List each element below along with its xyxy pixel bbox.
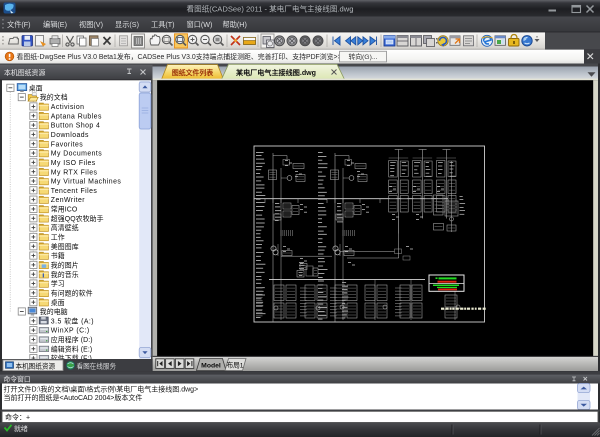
svg-text:Model: Model [201, 363, 221, 370]
svg-text:布局1: 布局1 [226, 361, 243, 370]
svg-text:Button Shop 4: Button Shop 4 [51, 123, 101, 130]
svg-text:Activision: Activision [51, 104, 85, 111]
svg-text:当前打开的图纸是<AutoCAD 2004>版本文件: 当前打开的图纸是<AutoCAD 2004>版本文件 [4, 393, 143, 402]
svg-text:有问题的软件: 有问题的软件 [51, 288, 93, 297]
svg-text:超强QQ农牧助手: 超强QQ农牧助手 [51, 214, 104, 223]
svg-text:本机图纸资源: 本机图纸资源 [4, 68, 45, 77]
svg-text:我的电脑: 我的电脑 [40, 307, 68, 316]
svg-text:我的文档: 我的文档 [40, 93, 68, 102]
svg-text:学习: 学习 [51, 279, 65, 288]
svg-text:工作: 工作 [51, 233, 65, 242]
svg-text:命令窗口: 命令窗口 [4, 374, 31, 383]
svg-text:图纸文件列表: 图纸文件列表 [172, 68, 213, 77]
svg-text:我的音乐: 我的音乐 [51, 270, 79, 279]
svg-text:桌面: 桌面 [51, 298, 65, 307]
svg-text:转向(G)...: 转向(G)... [348, 52, 377, 61]
svg-text:书籍: 书籍 [51, 251, 65, 260]
svg-text:My Virtual Machines: My Virtual Machines [51, 179, 122, 186]
svg-text:帮助(H): 帮助(H) [223, 20, 247, 29]
svg-text:My Documents: My Documents [51, 151, 102, 158]
svg-text:桌面: 桌面 [29, 83, 43, 92]
svg-text:高清壁纸: 高清壁纸 [51, 223, 79, 232]
svg-text:Tencent Files: Tencent Files [51, 188, 98, 195]
svg-text:Aptana Rubles: Aptana Rubles [51, 113, 102, 120]
svg-text:编辑(E): 编辑(E) [43, 20, 67, 29]
svg-text:文件(F): 文件(F) [7, 20, 31, 29]
svg-text:WinXP (C:): WinXP (C:) [51, 328, 90, 335]
svg-text:编辑资料 (E:): 编辑资料 (E:) [51, 344, 92, 353]
svg-text:打开文件D:\我的文档\桌面\格式示例\某电厂电气主接线图.: 打开文件D:\我的文档\桌面\格式示例\某电厂电气主接线图.dwg> [4, 384, 199, 393]
svg-text:常用ICO: 常用ICO [51, 205, 78, 214]
svg-text:My RTX Files: My RTX Files [51, 169, 98, 176]
svg-text:看图在线服务: 看图在线服务 [77, 361, 117, 370]
svg-text:就绪: 就绪 [14, 424, 28, 433]
svg-text:美图图库: 美图图库 [51, 242, 79, 251]
svg-text:窗口(W): 窗口(W) [187, 20, 213, 29]
svg-text:Favorites: Favorites [51, 141, 83, 148]
svg-text:3.5 软盘 (A:): 3.5 软盘 (A:) [51, 316, 94, 325]
svg-text:视图(V): 视图(V) [79, 20, 103, 29]
svg-text:显示(S): 显示(S) [115, 20, 139, 29]
svg-text:本机图纸资源: 本机图纸资源 [16, 361, 56, 370]
svg-text:某电厂电气主接线图.dwg: 某电厂电气主接线图.dwg [235, 68, 316, 77]
svg-text:我的图片: 我的图片 [51, 260, 79, 269]
svg-text:应用程序 (D:): 应用程序 (D:) [51, 335, 93, 344]
svg-text:看图纸(CADSee) 2011 - 某电厂电气主接线图.d: 看图纸(CADSee) 2011 - 某电厂电气主接线图.dwg [187, 3, 354, 13]
svg-text:Downloads: Downloads [51, 132, 89, 139]
svg-text:工具(T): 工具(T) [151, 20, 175, 29]
svg-text:My ISO Files: My ISO Files [51, 160, 96, 167]
svg-text:看图纸-DwgSee Plus V3.0 Beta1发布，C: 看图纸-DwgSee Plus V3.0 Beta1发布，CADSee Plus… [17, 52, 346, 61]
svg-text:命令：+: 命令：+ [5, 413, 30, 422]
svg-text:ZenWriter: ZenWriter [51, 197, 85, 204]
